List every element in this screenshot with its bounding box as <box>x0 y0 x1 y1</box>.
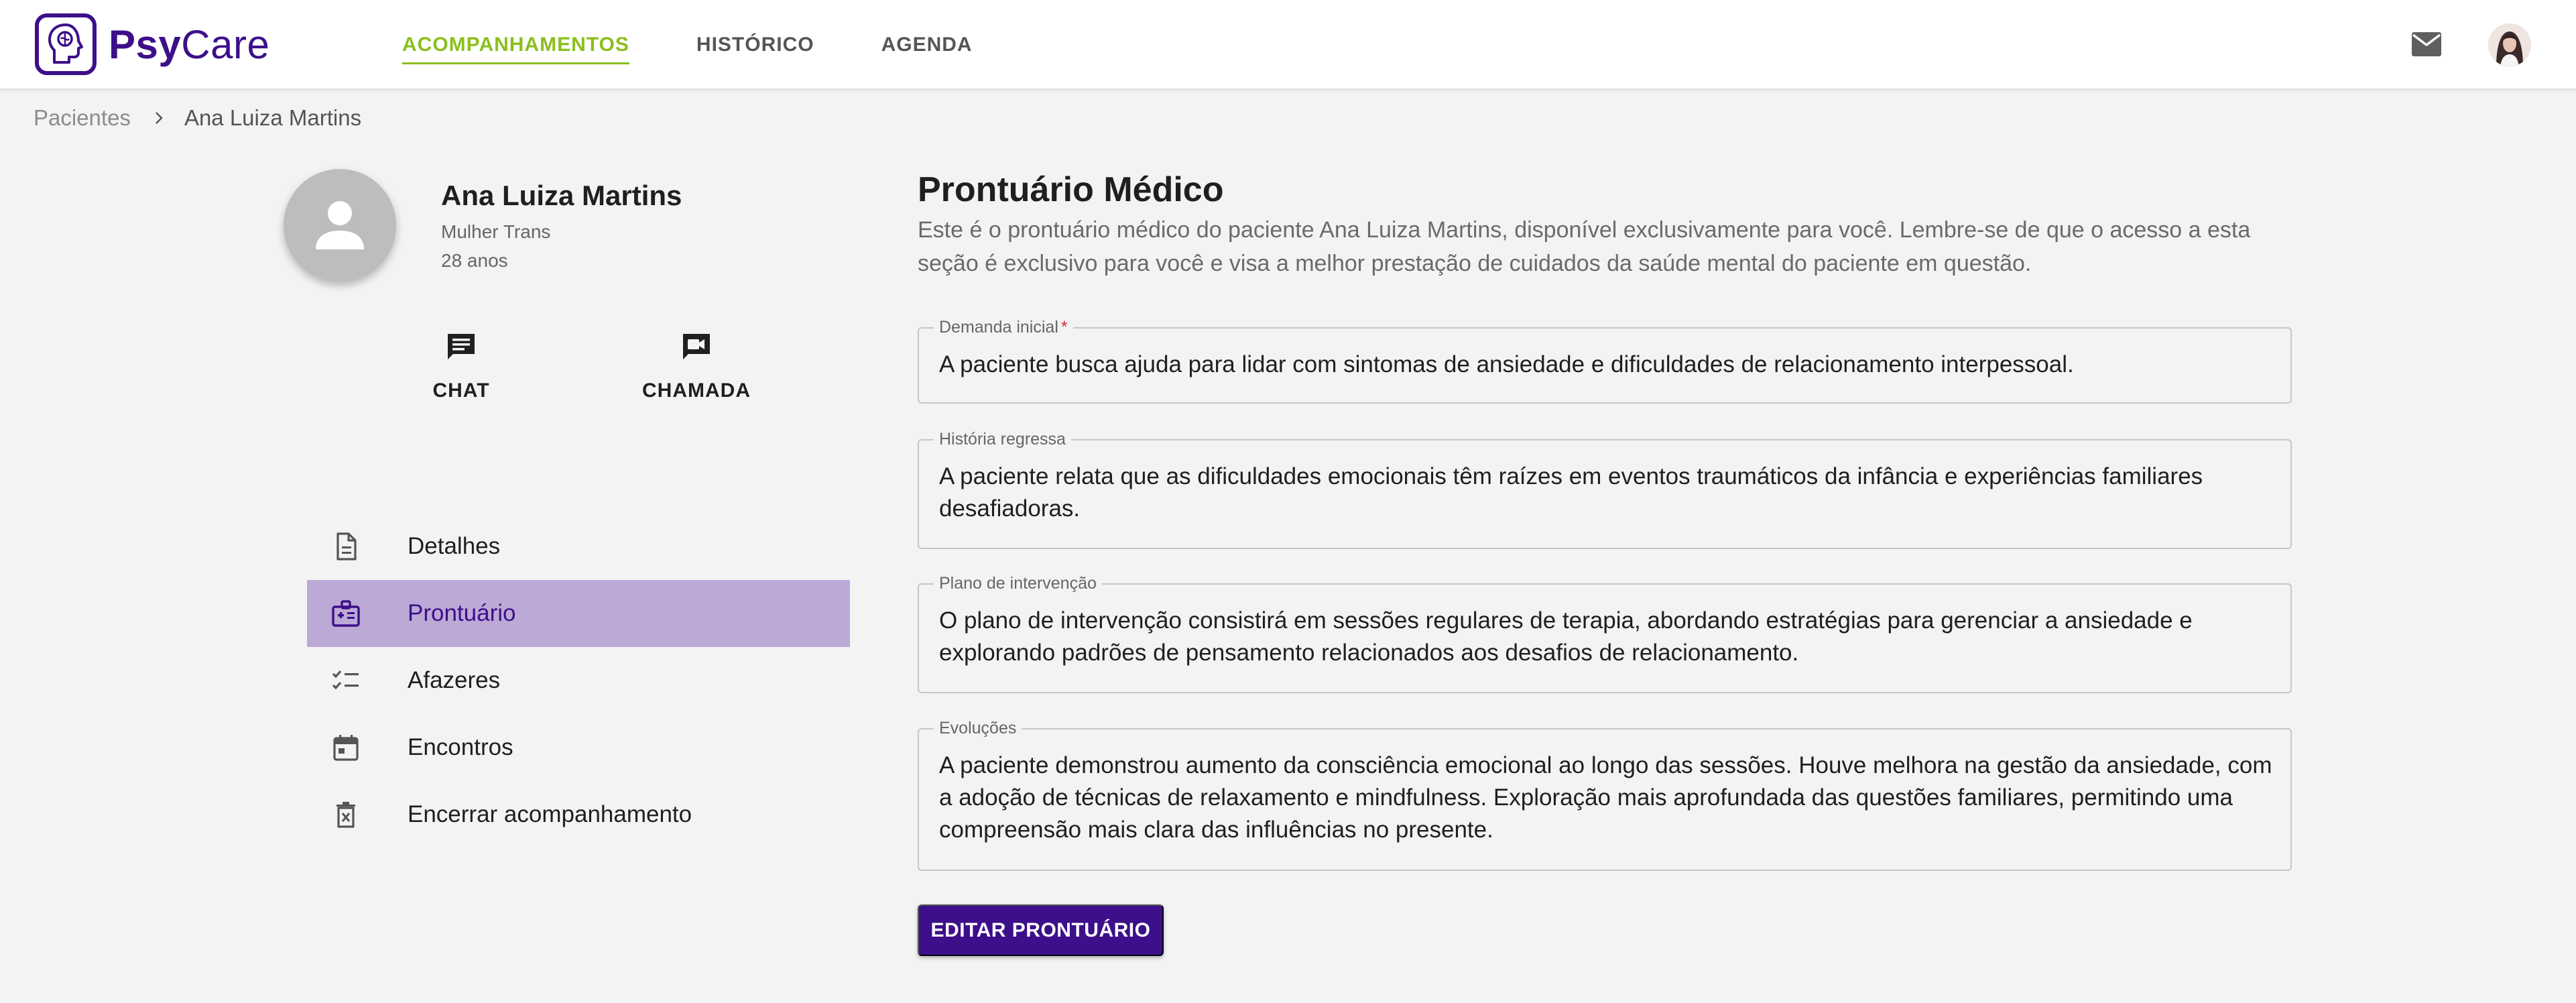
call-button-label: CHAMADA <box>642 379 751 402</box>
page-title: Prontuário Médico <box>918 170 1224 209</box>
menu-item-detalhes[interactable]: Detalhes <box>307 513 850 580</box>
historia-regressa-field[interactable]: História regressa A paciente relata que … <box>918 429 2292 549</box>
calendar-icon <box>333 735 359 761</box>
record-description: Este é o prontuário médico do paciente A… <box>918 217 2251 276</box>
app-name: PsyCare <box>109 21 269 68</box>
menu-item-label: Afazeres <box>408 667 501 693</box>
patient-name: Ana Luiza Martins <box>441 180 682 211</box>
breadcrumb-current: Ana Luiza Martins <box>184 105 362 130</box>
evolucoes-value[interactable]: A paciente demonstrou aumento da consciê… <box>939 750 2273 846</box>
mail-icon[interactable] <box>2409 28 2444 60</box>
psycare-logo[interactable]: PsyCare <box>35 13 269 75</box>
menu-item-encerrar-acompanhamento[interactable]: Encerrar acompanhamento <box>307 781 850 848</box>
nav-acompanhamentos[interactable]: ACOMPANHAMENTOS <box>402 34 629 64</box>
breadcrumb: Pacientes Ana Luiza Martins <box>34 105 361 131</box>
menu-item-prontuario[interactable]: Prontuário <box>307 580 850 647</box>
breadcrumb-pacientes[interactable]: Pacientes <box>34 105 131 131</box>
menu-item-label: Detalhes <box>408 533 501 559</box>
delete-forever-icon <box>336 802 355 828</box>
brain-head-logo-icon <box>35 13 97 75</box>
user-avatar[interactable] <box>2488 23 2531 66</box>
chat-button[interactable]: CHAT <box>381 330 542 410</box>
video-chat-icon <box>683 334 710 359</box>
call-button[interactable]: CHAMADA <box>616 330 777 410</box>
person-icon <box>316 201 364 249</box>
app-name-regular: Care <box>181 21 270 67</box>
required-asterisk: * <box>1060 318 1068 337</box>
checklist-icon <box>332 670 359 690</box>
field-label: Demanda inicial * <box>934 317 1073 337</box>
menu-item-label: Encerrar acompanhamento <box>408 801 692 827</box>
demanda-inicial-value[interactable]: A paciente busca ajuda para lidar com si… <box>939 349 2273 381</box>
menu-item-label: Prontuário <box>408 600 516 626</box>
historia-regressa-value[interactable]: A paciente relata que as dificuldades em… <box>939 461 2273 525</box>
plano-de-intervencao-field[interactable]: Plano de intervenção O plano de interven… <box>918 573 2292 693</box>
plano-de-intervencao-value[interactable]: O plano de intervenção consistirá em ses… <box>939 605 2273 669</box>
historia-regressa-label: História regressa <box>934 429 1071 449</box>
plano-de-intervencao-label: Plano de intervenção <box>934 573 1102 593</box>
app-name-bold: Psy <box>109 21 182 67</box>
menu-item-afazeres[interactable]: Afazeres <box>307 647 850 714</box>
main-nav: ACOMPANHAMENTOS HISTÓRICO AGENDA <box>402 0 1040 90</box>
chevron-right-icon <box>156 112 163 124</box>
chat-button-label: CHAT <box>432 379 490 402</box>
medical-record-icon <box>332 600 360 627</box>
top-app-bar: PsyCare ACOMPANHAMENTOS HISTÓRICO AGENDA <box>0 0 2576 90</box>
menu-item-encontros[interactable]: Encontros <box>307 714 850 781</box>
chat-icon <box>448 334 475 359</box>
patient-avatar <box>284 169 396 282</box>
menu-item-label: Encontros <box>408 734 513 760</box>
evolucoes-field[interactable]: Evoluções A paciente demonstrou aumento … <box>918 718 2292 871</box>
demanda-inicial-field[interactable]: Demanda inicial * A paciente busca ajuda … <box>918 317 2292 404</box>
nav-agenda[interactable]: AGENDA <box>881 34 973 62</box>
patient-gender: Mulher Trans <box>441 221 551 242</box>
patient-age: 28 anos <box>441 250 508 271</box>
document-icon <box>336 532 357 560</box>
evolucoes-label: Evoluções <box>934 718 1022 738</box>
demanda-inicial-label: Demanda inicial <box>939 318 1058 337</box>
nav-historico[interactable]: HISTÓRICO <box>696 34 814 62</box>
edit-record-button[interactable]: EDITAR PRONTUÁRIO <box>918 904 1164 956</box>
